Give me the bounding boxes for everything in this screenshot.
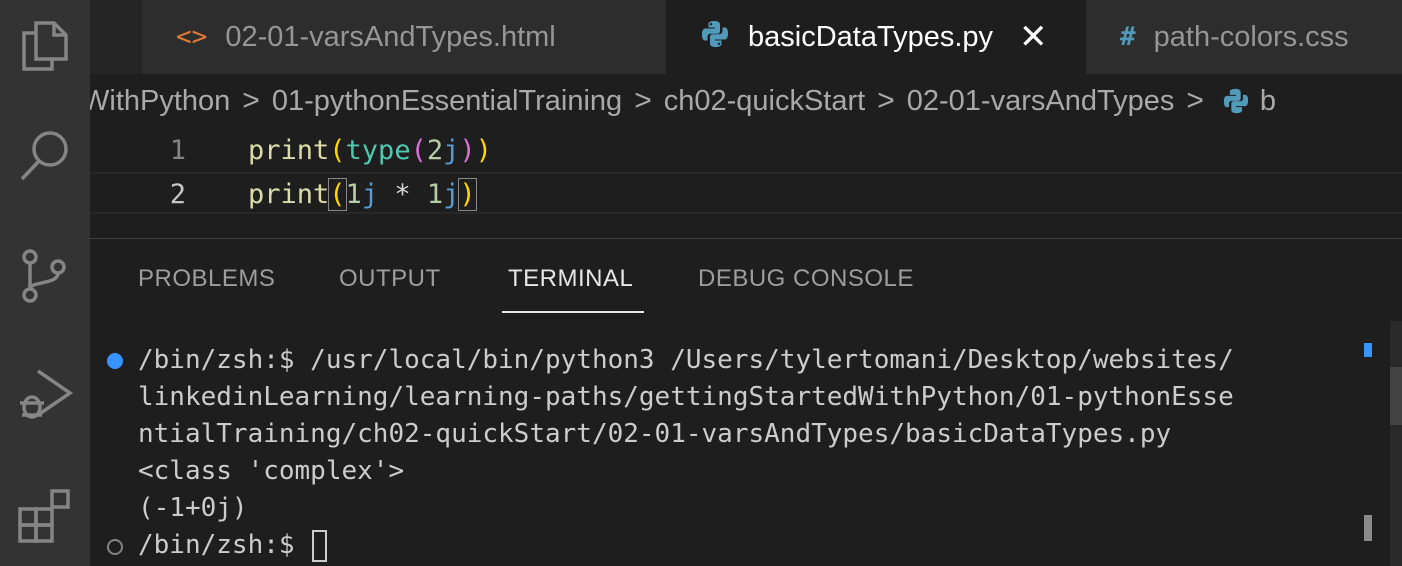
python-icon bbox=[700, 19, 730, 56]
code-text[interactable]: print(1j * 1j) bbox=[248, 174, 477, 216]
tab-label: path-colors.css bbox=[1153, 20, 1349, 53]
panel-tab-bar: PROBLEMS OUTPUT TERMINAL DEBUG CONSOLE bbox=[90, 239, 1402, 313]
breadcrumb-item[interactable]: 01-pythonEssentialTraining bbox=[272, 85, 622, 118]
chevron-right-icon: > bbox=[877, 84, 895, 117]
terminal-scrollbar[interactable] bbox=[1390, 321, 1402, 566]
editor-tab-bar: <> 02-01-varsAndTypes.html basicDataType… bbox=[90, 0, 1402, 74]
code-line-current[interactable]: 2 print(1j * 1j) bbox=[90, 172, 1402, 214]
terminal-prompt: /bin/zsh:$ bbox=[138, 530, 311, 560]
extensions-icon[interactable] bbox=[0, 474, 90, 554]
terminal-line: /bin/zsh:$ /usr/local/bin/python3 /Users… bbox=[138, 345, 1234, 375]
chevron-right-icon: > bbox=[1186, 84, 1204, 117]
tab-python-file[interactable]: basicDataTypes.py ✕ bbox=[666, 0, 1086, 74]
python-icon bbox=[1222, 87, 1250, 115]
tab-label: 02-01-varsAndTypes.html bbox=[225, 20, 556, 53]
files-icon[interactable] bbox=[0, 4, 90, 84]
overview-ruler-marker bbox=[1364, 343, 1372, 357]
terminal-prompt-line[interactable]: /bin/zsh:$ bbox=[138, 527, 328, 564]
code-editor[interactable]: 1 print(type(2j)) 2 print(1j * 1j) bbox=[90, 130, 1402, 238]
line-number: 2 bbox=[169, 179, 186, 210]
terminal-line: (-1+0j) bbox=[138, 493, 248, 523]
source-control-icon[interactable] bbox=[0, 236, 90, 316]
breadcrumb-item[interactable]: 02-01-varsAndTypes bbox=[907, 85, 1175, 118]
terminal-line: ntialTraining/ch02-quickStart/02-01-vars… bbox=[138, 419, 1172, 449]
tab-problems[interactable]: PROBLEMS bbox=[138, 265, 275, 293]
command-decoration-icon[interactable] bbox=[107, 353, 123, 369]
bottom-panel: PROBLEMS OUTPUT TERMINAL DEBUG CONSOLE /… bbox=[90, 238, 1402, 566]
breadcrumb-item[interactable]: WithPython bbox=[90, 85, 230, 118]
breadcrumb-item[interactable]: b bbox=[1260, 85, 1276, 118]
activity-bar bbox=[0, 0, 90, 566]
tab-css-file[interactable]: # path-colors.css bbox=[1086, 0, 1402, 74]
command-decoration-icon[interactable] bbox=[107, 539, 123, 555]
scrollbar-thumb[interactable] bbox=[1390, 367, 1402, 425]
tab-terminal[interactable]: TERMINAL bbox=[508, 265, 633, 293]
run-debug-icon[interactable] bbox=[0, 354, 90, 434]
breadcrumb: WithPython > 01-pythonEssentialTraining … bbox=[90, 74, 1402, 130]
terminal-line: <class 'complex'> bbox=[138, 456, 405, 486]
code-line[interactable]: 1 print(type(2j)) bbox=[90, 130, 1402, 172]
html-file-icon: <> bbox=[176, 22, 208, 52]
chevron-right-icon: > bbox=[634, 84, 652, 117]
terminal-cursor bbox=[312, 529, 328, 562]
chevron-right-icon: > bbox=[242, 84, 260, 117]
search-icon[interactable] bbox=[0, 116, 90, 196]
code-text[interactable]: print(type(2j)) bbox=[248, 130, 492, 172]
close-icon[interactable]: ✕ bbox=[1019, 20, 1048, 54]
terminal[interactable]: /bin/zsh:$ /usr/local/bin/python3 /Users… bbox=[90, 339, 1402, 566]
tab-output[interactable]: OUTPUT bbox=[339, 265, 441, 293]
tab-label: basicDataTypes.py bbox=[748, 20, 994, 53]
tab-debug-console[interactable]: DEBUG CONSOLE bbox=[698, 265, 914, 293]
css-file-icon: # bbox=[1120, 22, 1136, 52]
breadcrumb-item[interactable]: ch02-quickStart bbox=[664, 85, 866, 118]
overview-ruler-marker bbox=[1364, 515, 1372, 541]
active-tab-indicator bbox=[502, 311, 644, 313]
line-number: 1 bbox=[169, 135, 186, 166]
tab-html-file[interactable]: <> 02-01-varsAndTypes.html bbox=[142, 0, 666, 74]
terminal-line: linkedinLearning/learning-paths/gettingS… bbox=[138, 382, 1234, 412]
